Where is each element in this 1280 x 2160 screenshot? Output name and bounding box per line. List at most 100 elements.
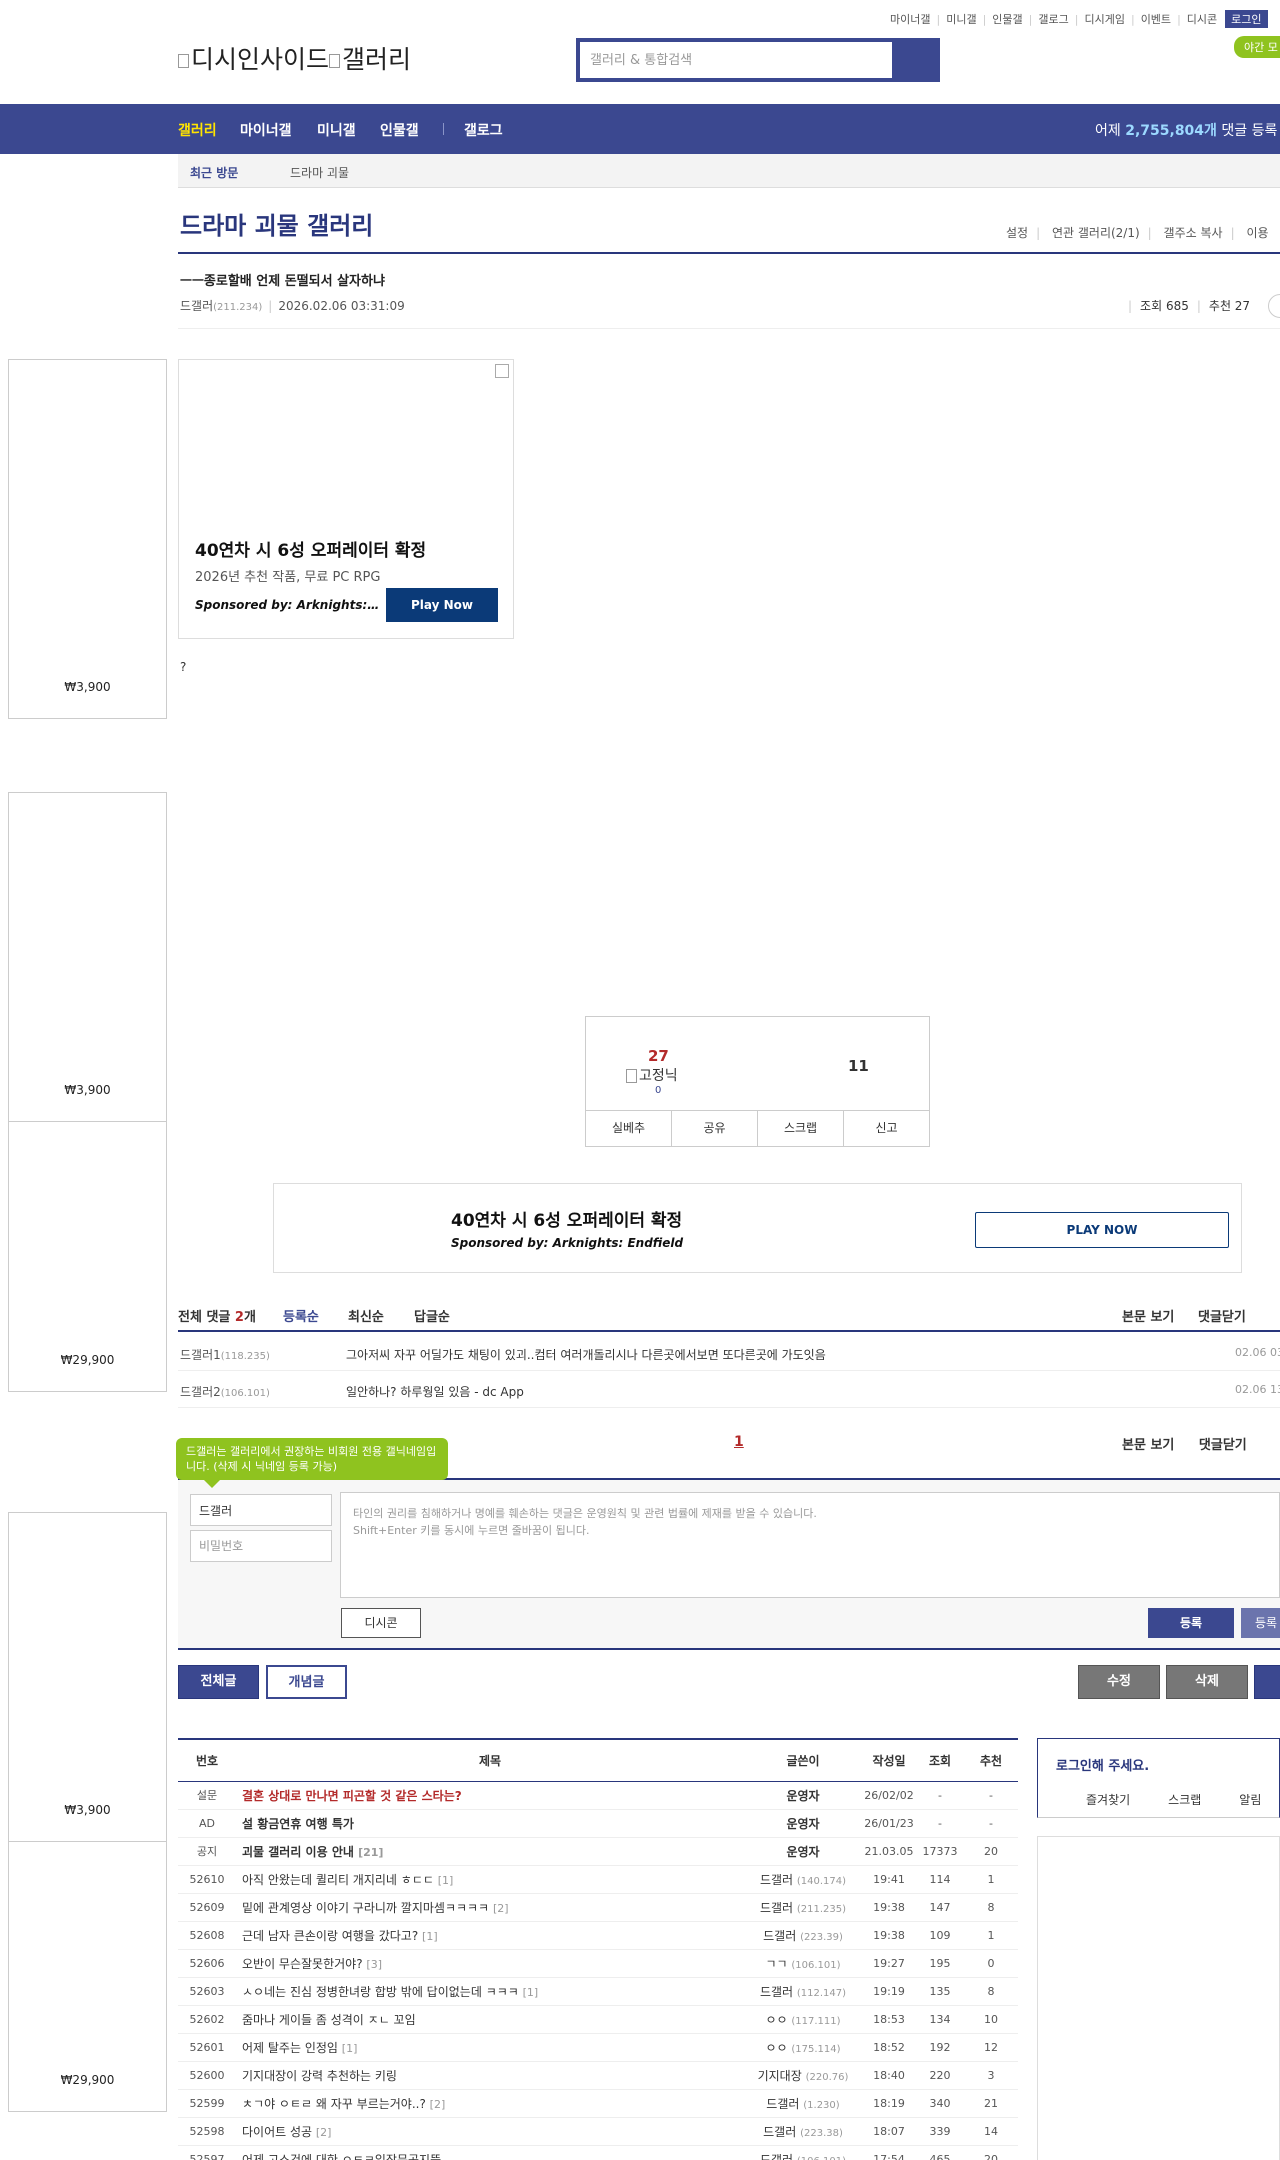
post-row-title[interactable]: 괴물 갤러리 이용 안내 [242, 1845, 354, 1859]
post-writer[interactable]: 드갤러 (211.235) [744, 1893, 862, 1922]
gnb-item-gallog[interactable]: 갤로그 [464, 120, 503, 140]
gallery-menu-settings[interactable]: 설정 [1006, 226, 1028, 240]
view-body-link[interactable]: 본문 보기 [1122, 1306, 1174, 1325]
post-title-cell[interactable]: 어제 고소건에 대한 ㅇㅌㄹ입장문공지뜸 [236, 2145, 744, 2160]
post-row[interactable]: 52597어제 고소건에 대한 ㅇㅌㄹ입장문공지뜸 드갤러 (106.101)1… [178, 2145, 1018, 2160]
close-comments-link-bottom[interactable]: 댓글닫기 [1199, 1438, 1247, 1453]
post-row-title[interactable]: 어제 탈주는 인정임 [242, 2041, 338, 2055]
post-row-title[interactable]: 밑에 관계영상 이야기 구라니까 깔지마셈ㅋㅋㅋㅋ [242, 1901, 489, 1915]
notification-link[interactable]: 알림 [1239, 1793, 1261, 1807]
post-row-title[interactable]: 어제 고소건에 대한 ㅇㅌㄹ입장문공지뜸 [242, 2153, 441, 2160]
post-reply-count[interactable]: [2] [316, 2126, 332, 2139]
post-author[interactable]: 드갤러 [180, 299, 213, 313]
post-writer[interactable]: 드갤러 (106.101) [744, 2145, 862, 2160]
gnb-item-minor[interactable]: 마이너갤 [240, 120, 292, 140]
search-input[interactable] [580, 42, 885, 78]
top-link-person[interactable]: 인물갤 [992, 11, 1022, 27]
post-row[interactable]: 52606 오반이 무슨잘못한거야? [3] ㄱㄱ (106.101) 19:27 19… [178, 1949, 1018, 1978]
gnb-item-gallery[interactable]: 갤러리 [178, 120, 217, 140]
gnb-item-person[interactable]: 인물갤 [380, 120, 419, 140]
post-writer[interactable]: 드갤러 (223.38) [744, 2117, 862, 2146]
post-row[interactable]: AD 설 황금연휴 여행 특가 운영자 26/01/23- - [178, 1809, 1018, 1838]
post-title-cell[interactable]: 어제 탈주는 인정임 [1] [236, 2033, 744, 2062]
top-link-dccon[interactable]: 디시콘 [1187, 11, 1217, 27]
gallery-menu-guide[interactable]: 이용 [1246, 226, 1268, 240]
delete-button[interactable]: 삭제 [1166, 1665, 1248, 1699]
post-reply-count[interactable]: [2] [430, 2098, 446, 2111]
post-options-button[interactable] [1268, 294, 1280, 318]
night-mode-toggle[interactable]: 야간 모 [1234, 36, 1280, 58]
upvote-button[interactable] [618, 1037, 723, 1101]
close-comments-link[interactable]: 댓글닫기 [1198, 1306, 1246, 1325]
post-title-cell[interactable]: 아직 안왔는데 퀼리티 개지리네 ㅎㄷㄷ [1] [236, 1865, 744, 1894]
post-reply-count[interactable]: [21] [358, 1846, 383, 1859]
post-row[interactable]: 52600 기지대장이 강력 추천하는 키링 기지대장 (220.76) 18:40… [178, 2061, 1018, 2090]
post-reply-count[interactable]: [1] [523, 1986, 539, 1999]
post-row-title[interactable]: 설 황금연휴 여행 특가 [242, 1817, 354, 1831]
post-row-title[interactable]: 오반이 무슨잘못한거야? [242, 1957, 363, 1971]
post-row-title[interactable]: ㅊㄱ야 ㅇㅌㄹ 왜 자꾸 부르는거야..? [242, 2097, 426, 2111]
comment-nick[interactable]: 드갤러2(106.101) [180, 1383, 270, 1400]
post-reply-count[interactable]: [3] [366, 1958, 382, 1971]
post-row[interactable]: 52601 어제 탈주는 인정임 [1] ㅇㅇ (175.114) 18:52 192 1… [178, 2033, 1018, 2062]
sort-replies[interactable]: 답글순 [414, 1306, 450, 1325]
post-row[interactable]: 설문 결혼 상대로 만나면 피곤할 것 같은 스타는? 운영자 26/02/02-… [178, 1781, 1018, 1810]
post-row[interactable]: 52608 근데 남자 큰손이랑 여행을 갔다고? [1] 드갤러 (223.39)… [178, 1921, 1018, 1950]
gallery-title[interactable]: 드라마 괴물 갤러리 [180, 206, 373, 241]
post-title-cell[interactable]: 줌마나 게이들 좀 성격이 ㅈㄴ 꼬임 [236, 2005, 744, 2034]
side-ad[interactable]: ₩3,900 [8, 359, 167, 719]
tab-concept-posts[interactable]: 개념글 [266, 1665, 347, 1699]
gallery-menu-copy-url[interactable]: 갤주소 복사 [1164, 226, 1223, 240]
post-writer[interactable]: ㅇㅇ (175.114) [744, 2033, 862, 2062]
share-button[interactable]: 공유 [672, 1111, 758, 1146]
side-ad[interactable]: ₩29,900 [8, 1122, 167, 1392]
post-reply-count[interactable]: [1] [422, 1930, 438, 1943]
inline-ad[interactable]: 40연차 시 6성 오퍼레이터 확정 2026년 추천 작품, 무료 PC RP… [178, 359, 514, 639]
post-row[interactable]: 52610 아직 안왔는데 퀼리티 개지리네 ㅎㄷㄷ [1] 드갤러 (140.17… [178, 1865, 1018, 1894]
scrap-button[interactable]: 스크랩 [758, 1111, 844, 1146]
side-ad[interactable]: ₩29,900 [8, 1842, 167, 2112]
post-title-cell[interactable]: 오반이 무슨잘못한거야? [3] [236, 1949, 744, 1978]
sort-registered[interactable]: 등록순 [283, 1306, 319, 1325]
post-reply-count[interactable]: [1] [438, 1874, 454, 1887]
post-writer[interactable]: 운영자 [744, 1781, 862, 1810]
post-title-cell[interactable]: 기지대장이 강력 추천하는 키링 [236, 2061, 744, 2090]
post-writer[interactable]: ㅇㅇ (117.111) [744, 2005, 862, 2034]
post-writer[interactable]: 드갤러 (140.174) [744, 1865, 862, 1894]
post-row[interactable]: 공지 괴물 갤러리 이용 안내 [21] 운영자 21.03.05 17373 20 [178, 1837, 1018, 1866]
post-title-cell[interactable]: 밑에 관계영상 이야기 구라니까 깔지마셈ㅋㅋㅋㅋ [2] [236, 1893, 744, 1922]
downvote-button[interactable] [798, 1037, 903, 1101]
gnb-item-mini[interactable]: 미니갤 [317, 120, 356, 140]
banner-ad[interactable]: 40연차 시 6성 오퍼레이터 확정 Sponsored by: Arknigh… [273, 1183, 1242, 1273]
login-button[interactable]: 로그인 [1225, 10, 1268, 28]
dccon-button[interactable]: 디시콘 [341, 1608, 421, 1638]
post-writer[interactable]: 드갤러 (112.147) [744, 1977, 862, 2006]
post-title-cell[interactable]: 다이어트 성공 [2] [236, 2117, 744, 2146]
right-ad[interactable] [1037, 1836, 1280, 2160]
top-link-gallog[interactable]: 갤로그 [1038, 11, 1068, 27]
sort-latest[interactable]: 최신순 [348, 1306, 384, 1325]
post-row-title[interactable]: 결혼 상대로 만나면 피곤할 것 같은 스타는? [242, 1789, 462, 1803]
post-writer[interactable]: 운영자 [744, 1809, 862, 1838]
comment-page-1[interactable]: 1 [734, 1434, 744, 1450]
post-writer[interactable]: 운영자 [744, 1837, 862, 1866]
comment-textarea[interactable] [340, 1492, 1280, 1598]
password-input[interactable] [190, 1530, 332, 1562]
post-row-title[interactable]: 줌마나 게이들 좀 성격이 ㅈㄴ 꼬임 [242, 2013, 416, 2027]
post-row-title[interactable]: 근데 남자 큰손이랑 여행을 갔다고? [242, 1929, 418, 1943]
search-button[interactable] [892, 42, 936, 78]
post-title-cell[interactable]: ㅅㅇ네는 진심 정병한녀랑 합방 밖에 답이없는데 ㅋㅋㅋ [1] [236, 1977, 744, 2006]
site-logo[interactable]: 디시인사이드 갤러리 [178, 40, 411, 76]
best-recommend-button[interactable]: 실베추 [586, 1111, 672, 1146]
post-row-title[interactable]: 다이어트 성공 [242, 2125, 312, 2139]
edit-button[interactable]: 수정 [1078, 1665, 1160, 1699]
ad-cta-button[interactable]: Play Now [386, 588, 498, 622]
nickname-input[interactable] [190, 1494, 332, 1526]
post-row[interactable]: 52602 줌마나 게이들 좀 성격이 ㅈㄴ 꼬임 ㅇㅇ (117.111) 18:… [178, 2005, 1018, 2034]
recent-visit-gallery[interactable]: 드라마 괴물 [290, 164, 349, 181]
post-reply-count[interactable]: [2] [493, 1902, 509, 1915]
post-writer[interactable]: 기지대장 (220.76) [744, 2061, 862, 2090]
comment-nick[interactable]: 드갤러1(118.235) [180, 1346, 270, 1363]
post-reply-count[interactable]: [1] [342, 2042, 358, 2055]
comment-submit-button[interactable]: 등록 [1148, 1608, 1234, 1638]
